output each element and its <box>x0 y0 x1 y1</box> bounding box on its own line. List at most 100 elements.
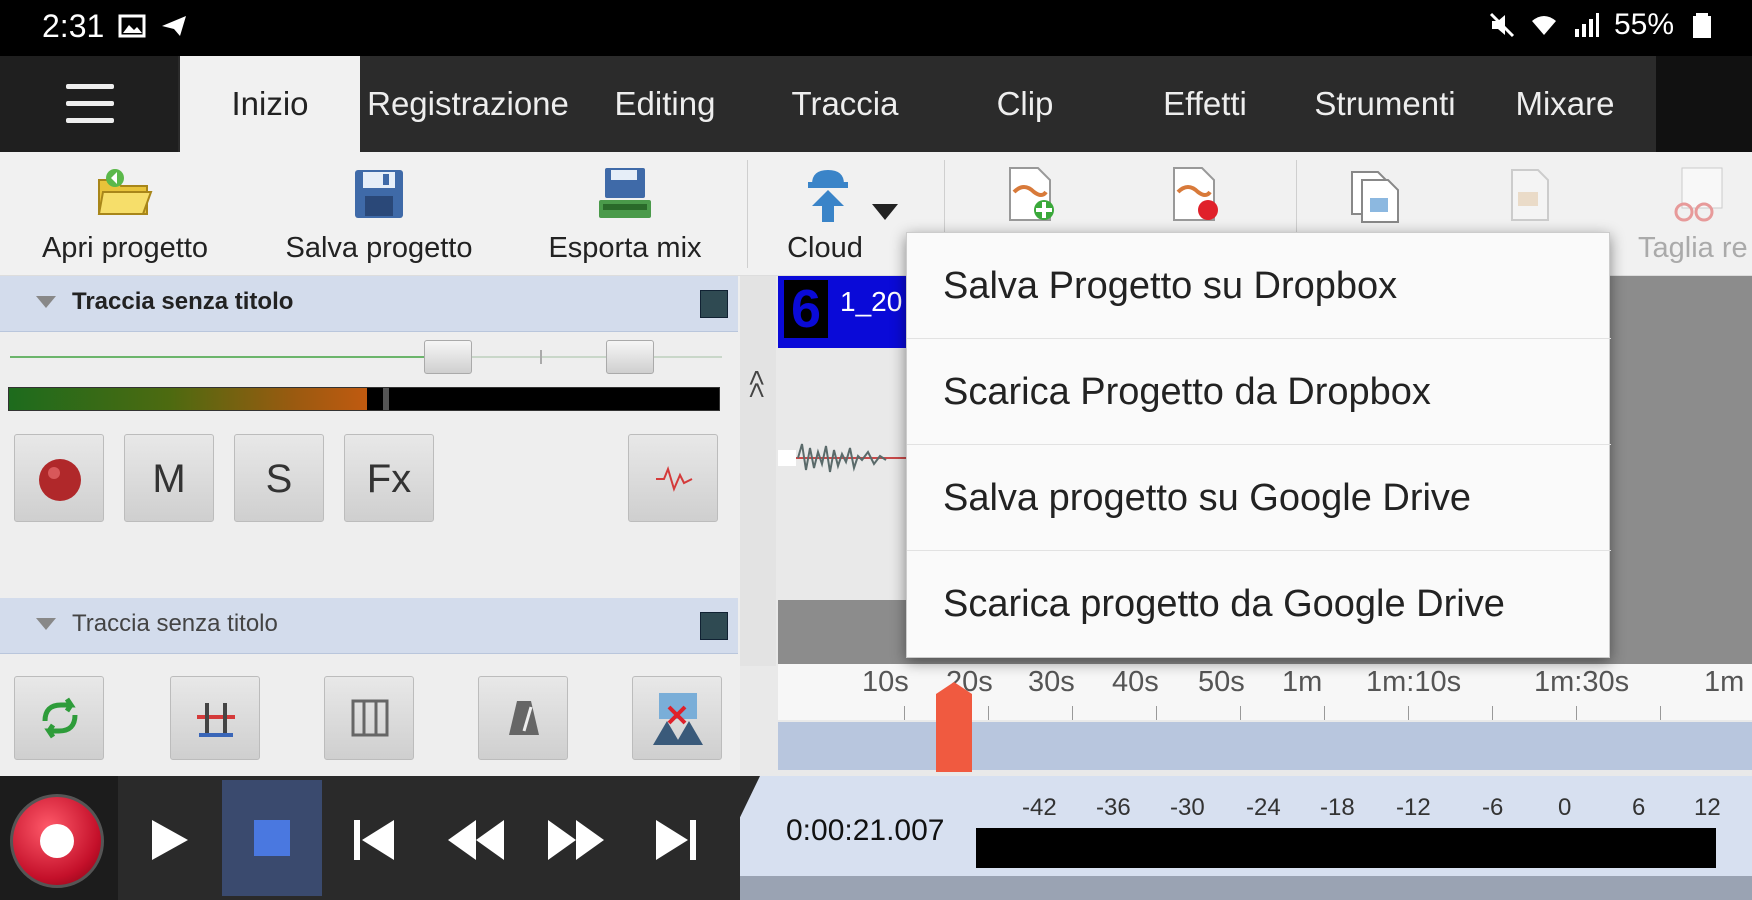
menu-item-download-dropbox[interactable]: Scarica Progetto da Dropbox <box>907 339 1611 445</box>
timeline-scroll-strip[interactable] <box>778 722 1752 770</box>
menu-item-download-google-drive[interactable]: Scarica progetto da Google Drive <box>907 551 1611 657</box>
remove-gap-icon <box>653 693 703 745</box>
master-vu-meter <box>976 828 1716 868</box>
collapse-triangle-icon[interactable] <box>36 296 56 308</box>
paste-document-icon <box>1511 169 1549 221</box>
menu-item-save-dropbox[interactable]: Salva Progetto su Dropbox <box>907 233 1611 339</box>
battery-icon <box>1693 13 1711 38</box>
fast-forward-button[interactable] <box>526 780 626 896</box>
track-color-swatch[interactable] <box>700 612 728 640</box>
mute-icon <box>1489 12 1515 38</box>
track-header-1[interactable]: Traccia senza titolo <box>0 276 738 332</box>
ruler-label: 1m <box>1282 666 1323 698</box>
ruler-label: 50s <box>1198 666 1245 698</box>
skip-back-icon <box>354 820 394 860</box>
align-button[interactable] <box>170 676 260 760</box>
save-project-label: Salva progetto <box>285 232 473 264</box>
scissors-icon <box>1674 167 1723 222</box>
tab-strumenti[interactable]: Strumenti <box>1300 56 1470 152</box>
export-mix-label: Esporta mix <box>548 232 702 264</box>
export-mix-button[interactable]: Esporta mix <box>520 152 730 276</box>
waveform-graphic <box>778 443 908 473</box>
rewind-button[interactable] <box>426 780 526 896</box>
play-button[interactable] <box>120 780 220 896</box>
tab-mixare[interactable]: Mixare <box>1480 56 1650 152</box>
vu-label: 12 <box>1694 794 1721 821</box>
skip-to-end-button[interactable] <box>626 780 726 896</box>
clip-name: 1_20 <box>840 286 903 317</box>
stop-icon <box>254 820 290 856</box>
track-level-meter <box>8 387 720 411</box>
menu-button[interactable] <box>0 56 178 152</box>
vu-label: 6 <box>1632 794 1646 821</box>
open-folder-icon <box>97 169 153 215</box>
fast-forward-icon <box>548 820 604 860</box>
track-color-swatch[interactable] <box>700 290 728 318</box>
track-envelope-button[interactable] <box>628 434 718 522</box>
record-document-icon <box>1173 167 1218 221</box>
ruler-label: 10s <box>862 666 909 698</box>
remove-gap-button[interactable] <box>632 676 722 760</box>
metronome-button[interactable] <box>478 676 568 760</box>
skip-to-start-button[interactable] <box>324 780 424 896</box>
open-project-button[interactable]: Apri progetto <box>20 152 230 276</box>
export-disk-icon <box>599 168 651 218</box>
align-icon <box>197 703 235 737</box>
ruler-label: 30s <box>1028 666 1075 698</box>
tab-clip[interactable]: Clip <box>940 56 1110 152</box>
grid-button[interactable] <box>324 676 414 760</box>
clip-waveform[interactable] <box>778 348 908 598</box>
collapse-triangle-icon[interactable] <box>36 618 56 630</box>
tab-scroll-area <box>1656 56 1752 152</box>
tab-inizio[interactable]: Inizio <box>180 56 360 156</box>
fx-button[interactable]: Fx <box>344 434 434 522</box>
image-icon <box>118 14 146 38</box>
clip-number: 6 <box>784 280 828 338</box>
vu-label: -12 <box>1396 794 1431 821</box>
playback-time: 0:00:21.007 <box>786 814 945 847</box>
battery-percent: 55% <box>1613 8 1674 41</box>
cloud-label: Cloud <box>787 232 863 264</box>
pan-slider-thumb[interactable] <box>606 340 654 374</box>
loop-button[interactable] <box>14 676 104 760</box>
collapse-arrows-icon[interactable]: << <box>740 370 772 395</box>
playhead-marker[interactable] <box>936 682 972 772</box>
tab-editing[interactable]: Editing <box>580 56 750 152</box>
record-dot-icon <box>39 459 81 501</box>
vu-label: -18 <box>1320 794 1355 821</box>
cloud-dropdown-menu: Salva Progetto su Dropbox Scarica Proget… <box>906 232 1611 658</box>
wifi-icon <box>1531 16 1556 35</box>
status-time: 2:31 <box>42 8 105 44</box>
cloud-upload-icon <box>808 170 848 222</box>
cloud-button[interactable]: Cloud <box>780 152 910 276</box>
rewind-icon <box>448 820 504 860</box>
ruler-label: 1m:30s <box>1534 666 1630 698</box>
arm-record-button[interactable] <box>14 434 104 522</box>
stop-button[interactable] <box>222 780 322 896</box>
open-project-label: Apri progetto <box>41 232 209 264</box>
menu-item-save-google-drive[interactable]: Salva progetto su Google Drive <box>907 445 1611 551</box>
tab-traccia[interactable]: Traccia <box>760 56 930 152</box>
panel-collapse-strip[interactable] <box>740 276 776 666</box>
vu-label: -6 <box>1482 794 1504 821</box>
floppy-save-icon <box>355 170 403 218</box>
tab-registrazione[interactable]: Registrazione <box>360 56 576 152</box>
save-project-button[interactable]: Salva progetto <box>264 152 494 276</box>
vu-label: -36 <box>1096 794 1131 821</box>
signal-icon <box>1574 13 1599 37</box>
cut-button[interactable]: Taglia re <box>1630 152 1752 276</box>
record-button[interactable] <box>0 776 118 900</box>
mute-button[interactable]: M <box>124 434 214 522</box>
track-title: Traccia senza titolo <box>72 610 278 637</box>
solo-button[interactable]: S <box>234 434 324 522</box>
vu-label: -42 <box>1022 794 1057 821</box>
track-header-2[interactable]: Traccia senza titolo <box>0 598 738 654</box>
vu-label: 0 <box>1558 794 1572 821</box>
dropdown-arrow-icon <box>872 204 898 220</box>
tab-effetti[interactable]: Effetti <box>1120 56 1290 152</box>
send-icon <box>162 16 186 36</box>
grid-icon <box>351 699 389 737</box>
volume-slider-thumb[interactable] <box>424 340 472 374</box>
vu-label: -24 <box>1246 794 1281 821</box>
hamburger-icon <box>66 84 114 89</box>
